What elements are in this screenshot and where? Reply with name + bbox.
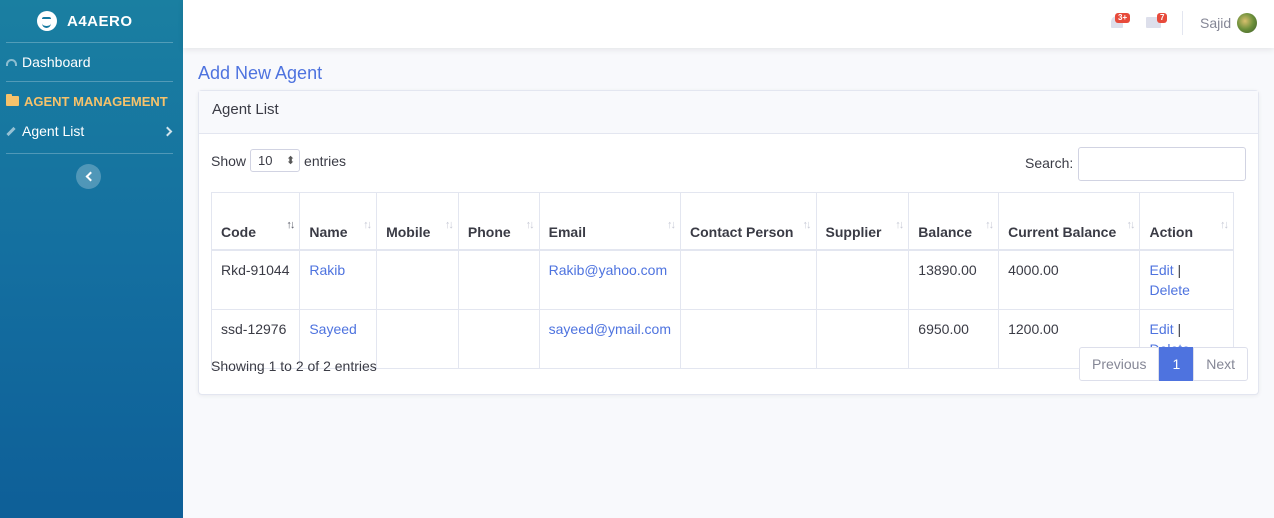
brand-name: A4AERO <box>67 12 133 30</box>
cell-current-balance: 4000.00 <box>998 249 1141 310</box>
pagination: Previous 1 Next <box>1079 347 1249 381</box>
column-header-contact-person[interactable]: Contact Person ↑↓ <box>680 192 817 251</box>
column-header-mobile[interactable]: Mobile ↑↓ <box>376 192 459 251</box>
sidebar-toggle-button[interactable] <box>76 164 101 189</box>
action-separator: | <box>1177 261 1182 278</box>
column-header-email[interactable]: Email ↑↓ <box>538 192 682 251</box>
folder-icon <box>6 94 19 106</box>
sidebar-item-dashboard[interactable]: Dashboard <box>0 43 183 81</box>
column-header-action[interactable]: Action ↑↓ <box>1139 192 1234 251</box>
cell-contact <box>680 308 817 369</box>
avatar[interactable] <box>1237 13 1257 33</box>
column-header-name[interactable]: Name ↑↓ <box>299 192 378 251</box>
messages-badge: 7 <box>1157 13 1168 23</box>
sort-icon: ↑↓ <box>525 219 535 231</box>
column-header-current-balance[interactable]: Current Balance ↑↓ <box>998 192 1141 251</box>
table-header-row: Code ↑↓ Name ↑↓ Mobile ↑↓ Phone ↑↓ Email ↑↓ C… <box>210 192 1234 251</box>
cell-mobile <box>376 249 459 310</box>
table-info: Showing 1 to 2 of 2 entries <box>211 358 377 374</box>
sort-icon: ↑↓ <box>286 219 295 231</box>
next-button[interactable]: Next <box>1193 347 1249 381</box>
alerts-badge: 3+ <box>1115 13 1131 23</box>
agent-name-link[interactable]: Rakib <box>309 262 345 278</box>
sidebar-divider <box>6 153 173 154</box>
sort-icon: ↑↓ <box>1126 219 1135 231</box>
entries-length: Show 10 entries <box>211 149 346 172</box>
cell-balance: 13890.00 <box>908 249 1000 310</box>
agent-name-link[interactable]: Sayeed <box>309 321 356 337</box>
email-link[interactable]: sayeed@ymail.com <box>549 321 671 337</box>
sort-icon: ↑↓ <box>895 219 904 231</box>
sidebar: A4AERO Dashboard AGENT MANAGEMENT Agent … <box>0 0 183 518</box>
edit-link[interactable]: Edit <box>1149 321 1173 337</box>
cell-phone <box>457 308 540 369</box>
sort-icon: ↑↓ <box>1220 219 1229 231</box>
brand[interactable]: A4AERO <box>0 0 183 42</box>
delete-link[interactable]: Delete <box>1149 282 1189 298</box>
topbar-divider <box>1182 11 1183 35</box>
action-separator: | <box>1177 320 1182 337</box>
sort-icon: ↑↓ <box>985 219 994 231</box>
search-label: Search: <box>1025 155 1074 171</box>
sort-icon: ↑↓ <box>363 219 372 231</box>
page-1-button[interactable]: 1 <box>1159 347 1194 381</box>
email-link[interactable]: Rakib@yahoo.com <box>549 262 668 278</box>
user-name[interactable]: Sajid <box>1200 15 1231 31</box>
logo-icon <box>37 11 57 31</box>
sort-icon: ↑↓ <box>667 219 676 231</box>
topbar: 3+ 7 Sajid <box>183 0 1274 48</box>
tachometer-icon <box>6 58 17 66</box>
card-title: Agent List <box>199 91 1258 134</box>
cell-email: Rakib@yahoo.com <box>538 249 682 310</box>
show-label: Show <box>211 152 247 169</box>
sort-icon: ↑↓ <box>444 219 454 231</box>
sidebar-item-label: Dashboard <box>22 54 91 70</box>
wrench-icon <box>6 126 16 136</box>
column-header-code[interactable]: Code ↑↓ <box>210 192 301 251</box>
column-header-phone[interactable]: Phone ↑↓ <box>457 192 540 251</box>
agent-list-card: Agent List Show 10 entries Search: Code↑… <box>198 90 1259 395</box>
cell-name: Rakib <box>299 249 378 310</box>
cell-action: Edit | Delete <box>1139 249 1234 310</box>
cell-contact <box>680 249 817 310</box>
cell-supplier <box>815 308 910 369</box>
sidebar-item-label: Agent List <box>22 123 85 139</box>
agent-table: Code ↑↓ Name ↑↓ Mobile ↑↓ Phone ↑↓ Email ↑↓ C… <box>210 192 1234 369</box>
edit-link[interactable]: Edit <box>1149 262 1173 278</box>
cell-balance: 6950.00 <box>908 308 1000 369</box>
sort-icon: ↑↓ <box>802 219 812 231</box>
column-header-supplier[interactable]: Supplier ↑↓ <box>815 192 910 251</box>
table-row: Rkd-91044 Rakib Rakib@yahoo.com 13890.00… <box>210 249 1234 310</box>
entries-label: entries <box>304 152 347 169</box>
cell-email: sayeed@ymail.com <box>538 308 682 369</box>
cell-supplier <box>815 249 910 310</box>
add-new-agent-link[interactable]: Add New Agent <box>198 63 322 84</box>
column-header-balance[interactable]: Balance ↑↓ <box>908 192 1000 251</box>
previous-button[interactable]: Previous <box>1079 347 1160 381</box>
sidebar-item-agent-list[interactable]: Agent List <box>0 120 183 142</box>
cell-mobile <box>376 308 459 369</box>
entries-select[interactable]: 10 <box>250 149 301 172</box>
cell-code: Rkd-91044 <box>210 249 301 310</box>
chevron-right-icon <box>162 126 173 136</box>
sidebar-heading-label: AGENT MANAGEMENT <box>24 93 168 109</box>
search-input[interactable] <box>1078 147 1246 181</box>
sidebar-heading: AGENT MANAGEMENT <box>0 82 183 120</box>
cell-phone <box>457 249 540 310</box>
